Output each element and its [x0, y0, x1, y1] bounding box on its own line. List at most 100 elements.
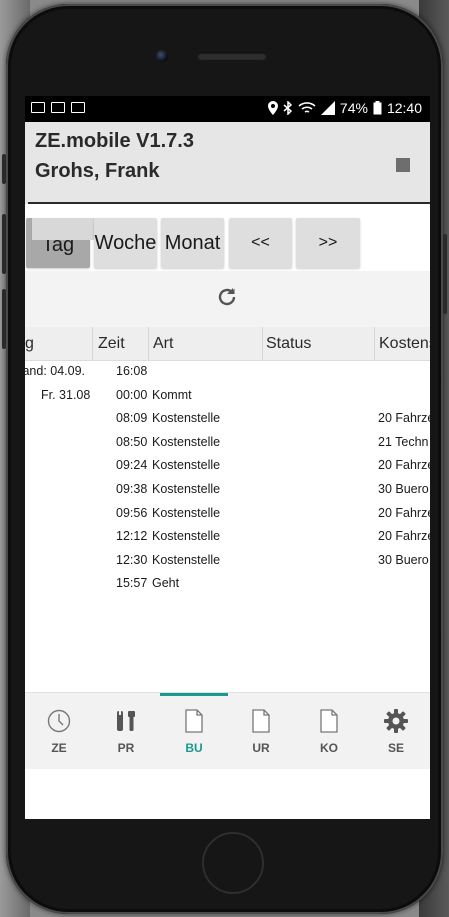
tab-ur-label: UR: [252, 741, 270, 755]
row-type: Geht: [152, 576, 180, 591]
earpiece-speaker: [197, 52, 267, 60]
row-cost-center: 21 Techn: [378, 434, 429, 449]
table-row[interactable]: 08:09 Kostenstelle 20 Fahrze: [25, 408, 430, 432]
bluetooth-icon: [283, 101, 293, 115]
row-date: Fr. 31.08: [41, 387, 91, 402]
user-name: Grohs, Frank: [35, 160, 160, 182]
calendar-notification-icon: [71, 102, 85, 113]
table-row[interactable]: 15:57 Geht: [25, 573, 430, 597]
tab-bu-label: BU: [185, 741, 203, 755]
row-type: Kommt: [152, 387, 192, 402]
table-row[interactable]: 12:30 Kostenstelle 30 Buero: [25, 550, 430, 574]
row-cost-center: 20 Fahrze: [378, 529, 430, 544]
month-button-label: Monat: [164, 231, 221, 254]
notification-icons: [31, 102, 85, 113]
tab-pr[interactable]: PR: [92, 693, 160, 769]
tab-se-label: SE: [387, 741, 404, 755]
table-row[interactable]: 08:50 Kostenstelle 21 Techn: [25, 432, 430, 456]
header-divider: [28, 202, 430, 204]
row-type: Kostenstelle: [152, 529, 221, 544]
column-divider: [262, 327, 263, 360]
tab-se[interactable]: SE: [362, 693, 430, 769]
next-button[interactable]: >>: [296, 218, 360, 268]
power-button: [443, 234, 447, 314]
tab-ko[interactable]: KO: [295, 693, 363, 769]
row-time: 09:56: [116, 505, 148, 520]
refresh-icon[interactable]: [215, 285, 239, 309]
next-button-label: >>: [318, 234, 338, 251]
battery-icon: [373, 101, 382, 115]
row-time: 15:57: [116, 576, 148, 591]
home-button[interactable]: [202, 832, 264, 894]
previous-button[interactable]: <<: [229, 218, 292, 268]
volume-up-button: [2, 214, 6, 274]
row-time: 16:08: [116, 364, 148, 378]
tab-ze[interactable]: ZE: [25, 693, 93, 769]
row-cost-center: 30 Buero: [378, 481, 429, 496]
mute-switch: [2, 154, 6, 184]
previous-button-label: <<: [251, 234, 270, 251]
table-row[interactable]: 09:24 Kostenstelle 20 Fahrze: [25, 455, 430, 479]
row-cost-center: 20 Fahrze: [378, 458, 430, 473]
app-header: ZE.mobile V1.7.3 Grohs, Frank: [25, 122, 430, 204]
table-row[interactable]: tand: 04.09. 16:08: [25, 361, 430, 385]
row-time: 08:09: [116, 411, 148, 426]
row-date: tand: 04.09.: [25, 364, 86, 378]
column-header-date[interactable]: g: [25, 335, 34, 353]
table-header: g Zeit Art Status Kostens: [25, 327, 430, 361]
tab-ur[interactable]: UR: [227, 693, 295, 769]
row-time: 09:24: [116, 458, 148, 473]
month-button[interactable]: Monat: [161, 218, 224, 268]
table-row[interactable]: 09:38 Kostenstelle 30 Buero: [25, 479, 430, 503]
column-divider: [148, 327, 149, 360]
volume-down-button: [2, 289, 6, 349]
row-type: Kostenstelle: [152, 481, 221, 496]
column-header-type[interactable]: Art: [153, 335, 173, 353]
tab-pr-label: PR: [117, 741, 135, 755]
row-type: Kostenstelle: [152, 458, 221, 473]
row-type: Kostenstelle: [152, 411, 221, 426]
row-time: 00:00: [116, 387, 148, 402]
tools-icon: [117, 709, 135, 731]
tab-ko-label: KO: [320, 741, 338, 755]
tab-ze-label: ZE: [51, 741, 67, 755]
table-row[interactable]: Fr. 31.08 00:00 Kommt: [25, 385, 430, 409]
refresh-bar: [25, 271, 430, 327]
booking-table: tand: 04.09. 16:08 Fr. 31.08 00:00 Kommt…: [25, 361, 430, 597]
day-button-overlay: [32, 218, 98, 240]
clock-time: 12:40: [386, 100, 422, 116]
clock-icon: [47, 709, 71, 733]
row-type: Kostenstelle: [152, 552, 221, 567]
row-time: 12:12: [116, 529, 148, 544]
table-row[interactable]: 12:12 Kostenstelle 20 Fahrze: [25, 526, 430, 550]
status-indicators: 74% 12:40: [267, 100, 422, 116]
battery-percent: 74%: [339, 100, 368, 116]
app-screen: 74% 12:40 ZE.mobile V1.7.3 Grohs, Frank …: [25, 96, 430, 819]
wifi-icon: [298, 102, 316, 113]
menu-icon[interactable]: [396, 158, 410, 172]
column-header-cost-center[interactable]: Kostens: [379, 335, 430, 353]
column-divider: [92, 327, 93, 360]
week-button[interactable]: Woche: [94, 218, 157, 268]
table-row[interactable]: 09:56 Kostenstelle 20 Fahrze: [25, 503, 430, 527]
cell-signal-icon: [320, 101, 335, 115]
column-header-time[interactable]: Zeit: [98, 335, 125, 353]
row-time: 08:50: [116, 434, 148, 449]
image-notification-icon: [51, 102, 65, 113]
gear-icon: [384, 709, 408, 733]
row-cost-center: 30 Buero: [378, 552, 429, 567]
column-header-status[interactable]: Status: [266, 335, 311, 353]
week-button-label: Woche: [94, 231, 157, 254]
period-navigation: Tag Woche Monat << >>: [25, 218, 430, 271]
row-cost-center: 20 Fahrze: [378, 411, 430, 426]
row-type: Kostenstelle: [152, 505, 221, 520]
front-camera: [156, 50, 168, 62]
status-bar: 74% 12:40: [25, 96, 430, 122]
row-cost-center: 20 Fahrze: [378, 505, 430, 520]
location-icon: [267, 101, 278, 115]
tab-bu[interactable]: BU: [160, 693, 228, 769]
app-title: ZE.mobile V1.7.3: [35, 130, 194, 152]
row-time: 09:38: [116, 481, 148, 496]
activity-notification-icon: [31, 102, 45, 113]
bottom-tab-bar: ZE PR BU UR KO SE: [25, 692, 430, 769]
